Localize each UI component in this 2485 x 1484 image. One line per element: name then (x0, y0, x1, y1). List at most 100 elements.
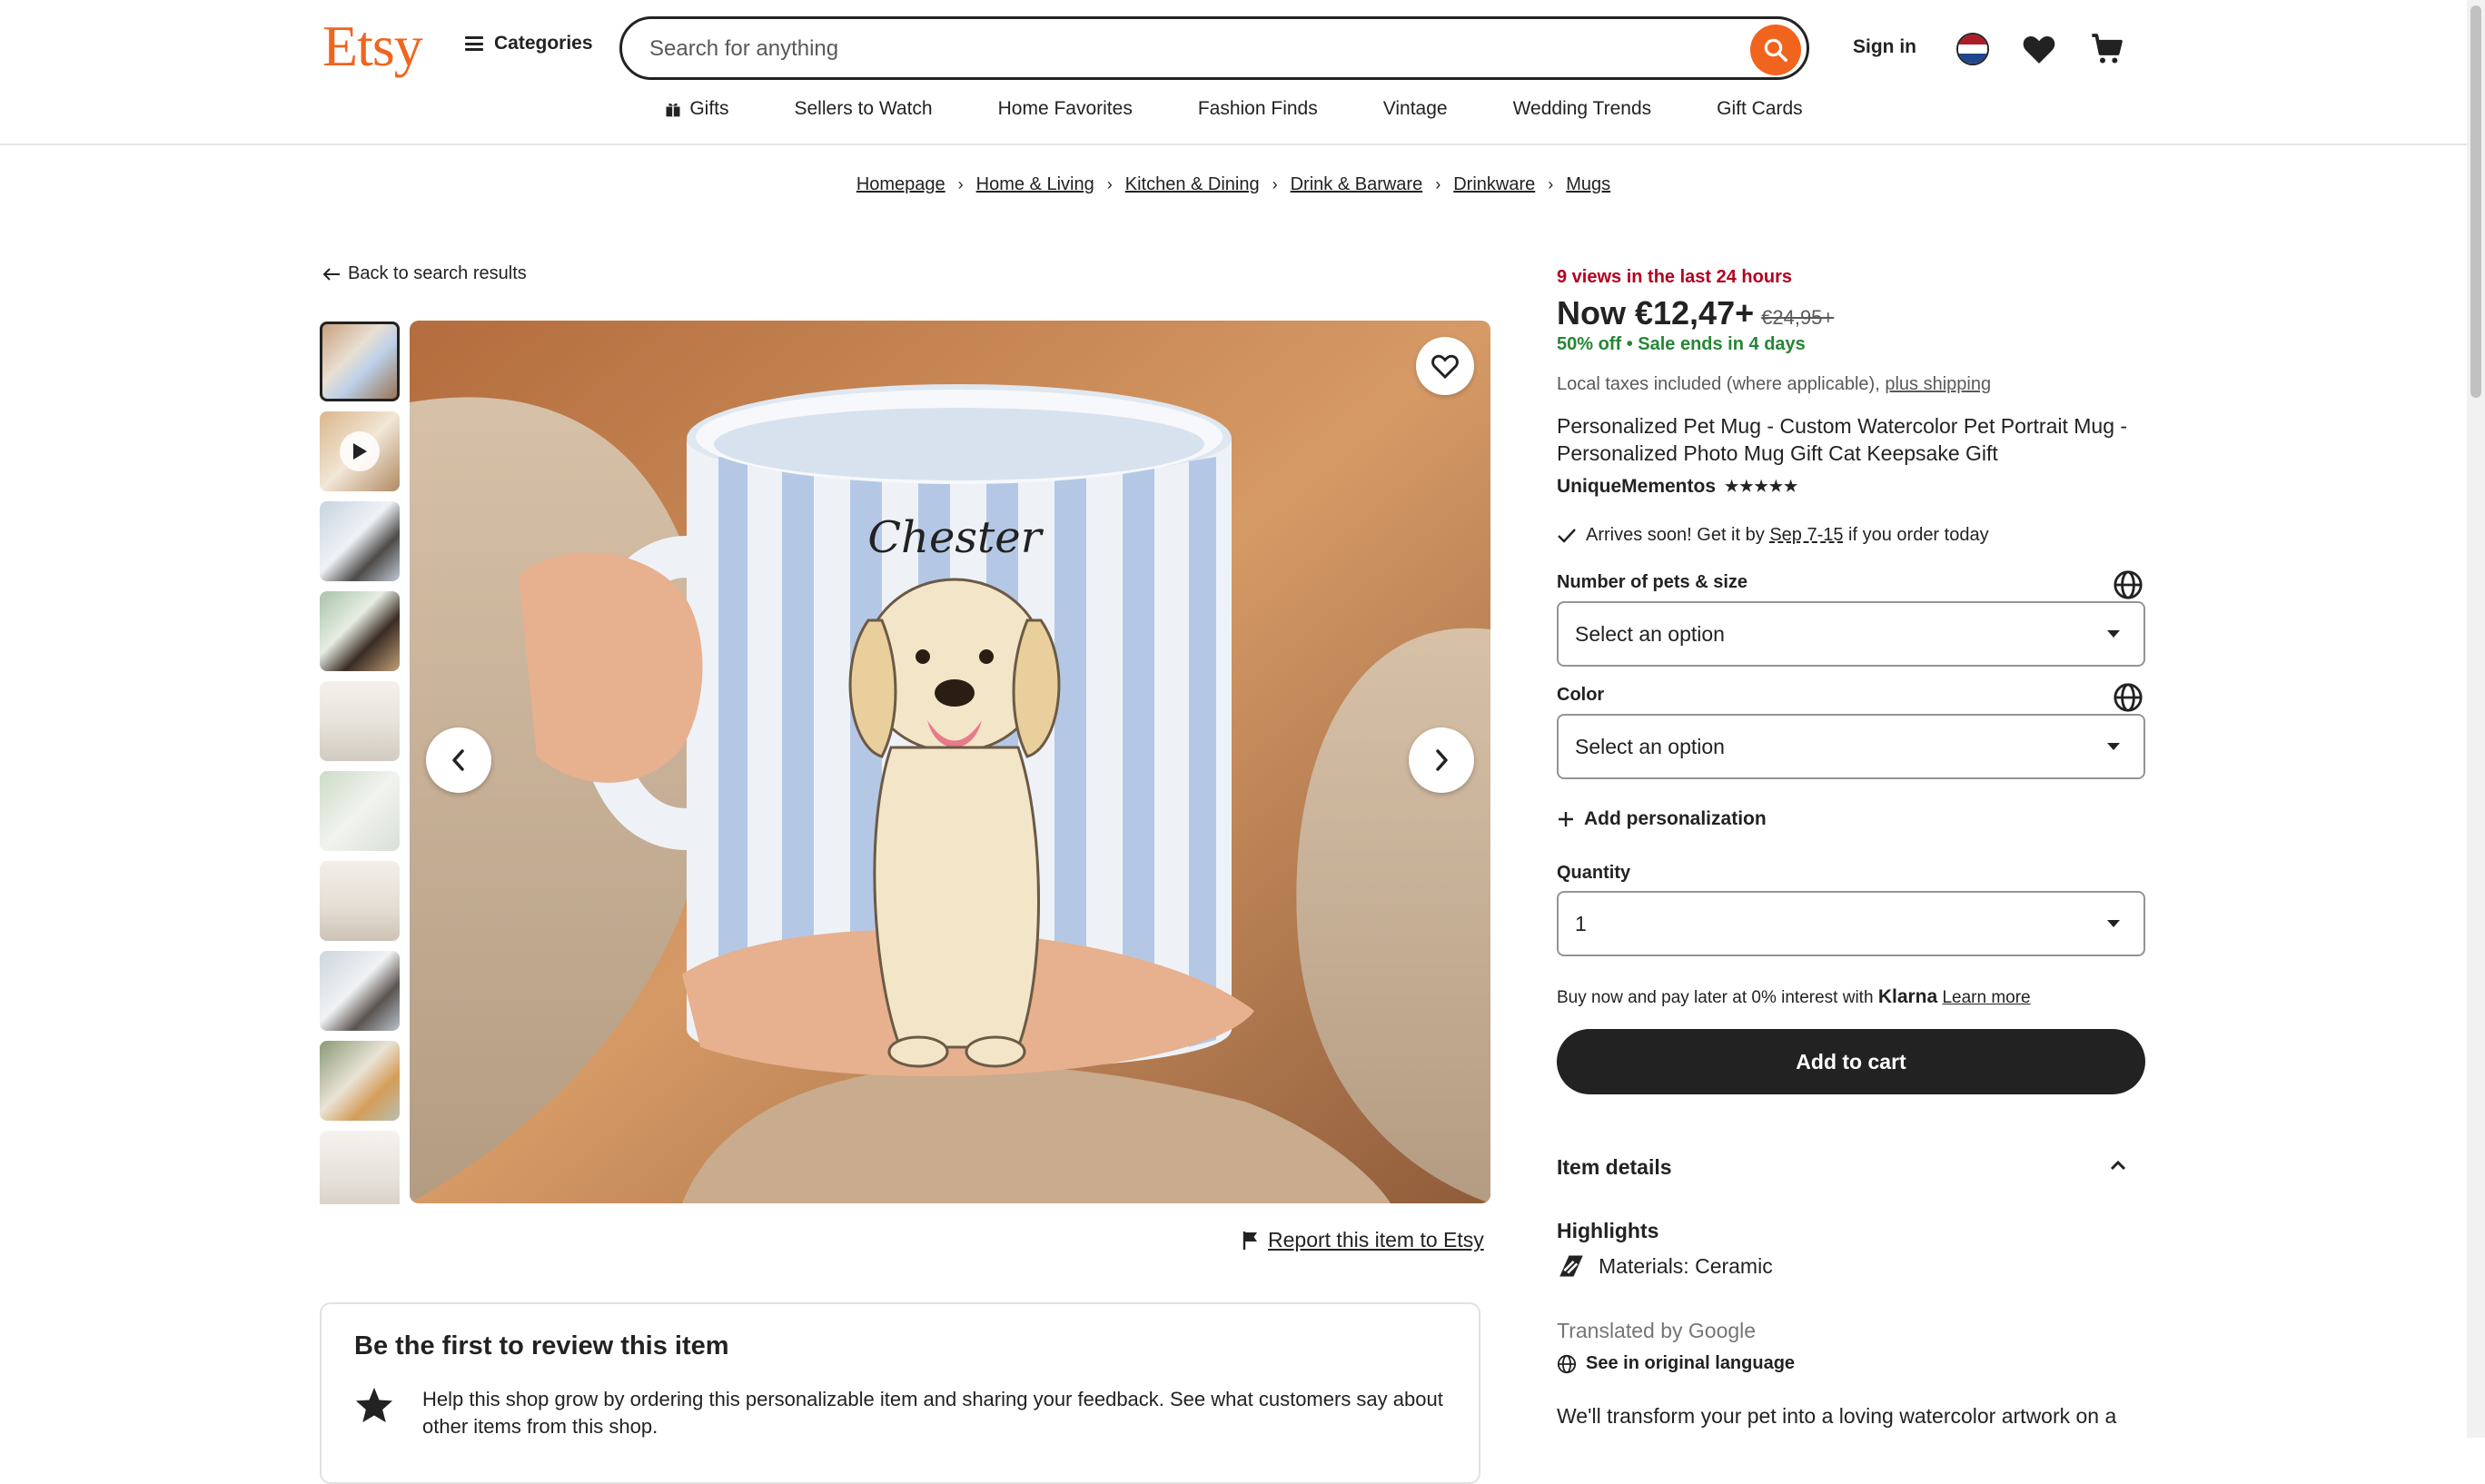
page-scrollbar[interactable] (2467, 0, 2485, 1438)
add-to-favorites-button[interactable] (1416, 337, 1474, 395)
breadcrumb-drinkware[interactable]: Drinkware (1453, 174, 1535, 195)
review-description: Help this shop grow by ordering this per… (422, 1388, 1443, 1438)
category-nav: Gifts Sellers to Watch Home Favorites Fa… (0, 98, 2467, 120)
color-label: Color (1557, 685, 1605, 705)
chevron-up-icon (2110, 1160, 2126, 1171)
pets-size-select[interactable]: Select an option (1557, 601, 2145, 667)
chevron-right-icon (1436, 749, 1448, 771)
quantity-select[interactable]: 1 (1557, 891, 2145, 956)
thumbnail-7[interactable] (320, 861, 400, 941)
favorites-heart-icon[interactable] (2022, 33, 2056, 70)
learn-more-link[interactable]: Learn more (1942, 988, 2030, 1007)
thumbnail-video[interactable] (320, 411, 400, 491)
globe-icon (1557, 1354, 1577, 1373)
thumbnail-strip (320, 322, 401, 1204)
breadcrumb-home-living[interactable]: Home & Living (976, 174, 1094, 195)
chevron-left-icon (452, 749, 464, 771)
item-details-toggle[interactable]: Item details (1557, 1155, 2145, 1180)
caret-down-icon (2107, 630, 2120, 638)
sale-ends: Sale ends in 4 days (1638, 334, 1806, 354)
shop-name-link[interactable]: UniqueMementos (1557, 476, 1716, 498)
see-original-language-button[interactable]: See in original language (1557, 1353, 1795, 1374)
sign-in-link[interactable]: Sign in (1853, 36, 1916, 58)
region-flag-icon[interactable] (1956, 33, 1989, 65)
nav-fashion-finds[interactable]: Fashion Finds (1198, 98, 1318, 120)
globe-icon[interactable] (2113, 682, 2143, 713)
breadcrumb-mugs[interactable]: Mugs (1566, 174, 1610, 195)
translated-by-google: Translated by Google (1557, 1319, 1757, 1342)
caret-down-icon (2107, 743, 2120, 750)
etsy-logo[interactable]: Etsy (322, 13, 423, 80)
thumbnail-10[interactable] (320, 1131, 400, 1204)
shop-info: UniqueMementos ★★★★★ (1557, 476, 1798, 498)
tax-info: Local taxes included (where applicable),… (1557, 374, 1992, 394)
nav-gifts[interactable]: Gifts (664, 98, 729, 120)
nav-sellers-to-watch[interactable]: Sellers to Watch (795, 98, 933, 120)
menu-icon (465, 36, 483, 51)
nav-gift-cards[interactable]: Gift Cards (1717, 98, 1803, 120)
previous-image-button[interactable] (426, 727, 491, 793)
breadcrumb-homepage[interactable]: Homepage (856, 174, 945, 195)
sale-info: 50% off • Sale ends in 4 days (1557, 334, 1806, 355)
thumbnail-5[interactable] (320, 681, 400, 761)
materials-icon (1559, 1255, 1583, 1277)
original-price: €24,95+ (1761, 306, 1835, 329)
product-title: Personalized Pet Mug - Custom Watercolor… (1557, 414, 2128, 465)
breadcrumb-kitchen-dining[interactable]: Kitchen & Dining (1125, 174, 1260, 195)
klarna-brand: Klarna (1877, 986, 1938, 1007)
nav-home-favorites[interactable]: Home Favorites (998, 98, 1133, 120)
arrow-left-icon (322, 267, 340, 281)
breadcrumb-drink-barware[interactable]: Drink & Barware (1291, 174, 1423, 195)
categories-button[interactable]: Categories (465, 33, 593, 54)
scrollbar-thumb[interactable] (2470, 5, 2481, 398)
back-to-results-link[interactable]: Back to search results (322, 263, 527, 284)
nav-wedding-trends[interactable]: Wedding Trends (1513, 98, 1652, 120)
thumbnail-6[interactable] (320, 771, 400, 851)
thumbnail-1[interactable] (320, 322, 400, 401)
discount-badge: 50% off (1557, 334, 1622, 354)
checkmark-icon (1558, 528, 1576, 543)
heart-outline-icon (1431, 354, 1459, 380)
flag-icon (1242, 1231, 1257, 1250)
shipping-link[interactable]: plus shipping (1885, 374, 1991, 394)
chevron-right-icon: › (1435, 175, 1441, 193)
delivery-date[interactable]: Sep 7-15 (1769, 525, 1843, 545)
report-item-link[interactable]: Report this item to Etsy (1242, 1228, 1484, 1252)
nav-vintage[interactable]: Vintage (1383, 98, 1448, 120)
sale-price: Now €12,47+ (1557, 294, 1755, 331)
search-icon (1764, 38, 1787, 62)
review-title: Be the first to review this item (354, 1331, 729, 1360)
mug-name-text: Chester (867, 512, 1044, 563)
cart-icon[interactable] (2089, 31, 2125, 72)
thumbnail-9[interactable] (320, 1041, 400, 1121)
mug-photo: Chester (410, 321, 1490, 1203)
play-icon (340, 431, 380, 471)
klarna-info: Buy now and pay later at 0% interest wit… (1557, 986, 2031, 1007)
chevron-right-icon: › (957, 175, 964, 193)
chevron-right-icon: › (1272, 175, 1278, 193)
chevron-right-icon: › (1548, 175, 1554, 193)
thumbnail-4[interactable] (320, 591, 400, 671)
search-input[interactable] (648, 19, 1696, 79)
globe-icon[interactable] (2113, 569, 2143, 600)
thumbnail-8[interactable] (320, 951, 400, 1031)
quantity-label: Quantity (1557, 863, 1631, 883)
search-button[interactable] (1750, 25, 1801, 75)
add-to-cart-button[interactable]: Add to cart (1557, 1029, 2145, 1094)
description-text: We'll transform your pet into a loving w… (1557, 1404, 2117, 1428)
color-select[interactable]: Select an option (1557, 714, 2145, 779)
gift-icon (666, 103, 680, 117)
view-count: 9 views in the last 24 hours (1557, 267, 1792, 287)
plus-icon (1559, 812, 1573, 826)
review-prompt-card: Be the first to review this item Help th… (320, 1302, 1480, 1484)
caret-down-icon (2107, 920, 2120, 927)
add-personalization-button[interactable]: Add personalization (1557, 808, 1767, 830)
shop-rating-stars: ★★★★★ (1725, 478, 1799, 495)
star-icon (355, 1387, 393, 1423)
pets-size-label: Number of pets & size (1557, 572, 1748, 592)
search-bar (619, 16, 1809, 80)
site-header: Etsy Categories Sign in Gifts Sellers to… (0, 0, 2467, 145)
next-image-button[interactable] (1409, 727, 1474, 793)
thumbnail-3[interactable] (320, 501, 400, 581)
price: Now €12,47+ €24,95+ (1557, 294, 1834, 332)
